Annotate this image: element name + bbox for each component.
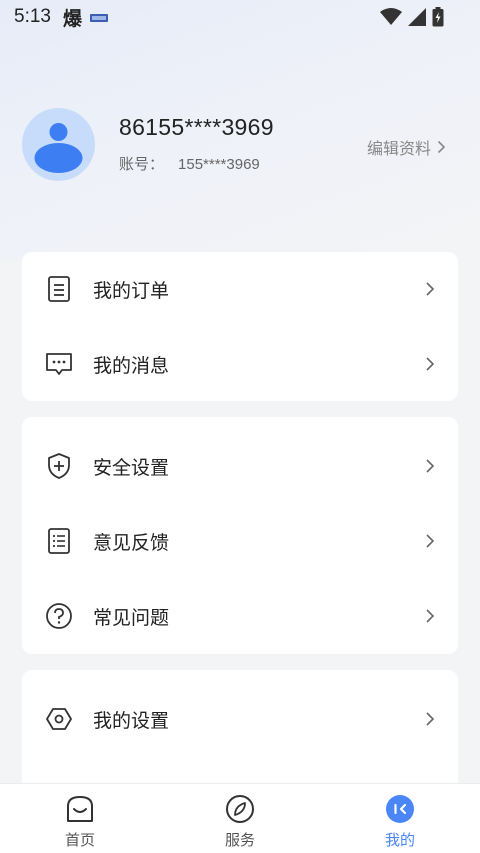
menu-label: 常见问题 [93, 607, 170, 629]
status-notification-icon [90, 11, 108, 23]
tab-home[interactable]: 首页 [20, 784, 140, 853]
avatar[interactable] [22, 108, 95, 181]
chevron-right-icon [426, 712, 435, 726]
menu-item-security-settings[interactable]: 安全设置 [22, 429, 458, 503]
tab-label: 服务 [224, 832, 255, 849]
account-row: 账号： 155****3969 [119, 153, 260, 174]
chevron-right-icon [426, 609, 435, 623]
question-icon [44, 601, 74, 631]
menu-item-my-messages[interactable]: 我的消息 [22, 327, 458, 401]
edit-profile-label: 编辑资料 [366, 141, 431, 158]
account-label: 账号： [119, 156, 165, 173]
user-icon [34, 123, 83, 173]
chevron-right-icon [426, 534, 435, 548]
status-bar: 5:13 爆 [0, 0, 480, 34]
menu-item-faq[interactable]: 常见问题 [22, 579, 458, 653]
status-time: 5:13 [14, 6, 51, 27]
menu-item-feedback[interactable]: 意见反馈 [22, 504, 458, 578]
menu-label: 意见反馈 [93, 532, 170, 554]
menu-item-my-settings[interactable]: 我的设置 [22, 682, 458, 756]
menu-card-settings: 我的设置 [22, 670, 458, 800]
me-icon [385, 794, 415, 824]
tab-label: 首页 [64, 832, 95, 849]
profile-name: 86155****3969 [119, 114, 274, 140]
status-right-icons [380, 7, 444, 32]
menu-card-support: 安全设置 意见反馈 常见问题 [22, 417, 458, 654]
wifi-icon [380, 8, 402, 31]
account-value: 155****3969 [178, 156, 260, 173]
chevron-right-icon [437, 140, 446, 154]
menu-label: 我的消息 [93, 355, 170, 377]
chevron-right-icon [426, 357, 435, 371]
menu-card-orders: 我的订单 我的消息 [22, 252, 458, 401]
battery-icon [432, 7, 444, 32]
hexagon-settings-icon [44, 704, 74, 734]
list-icon [44, 526, 74, 556]
home-icon [65, 794, 95, 824]
edit-profile-button[interactable]: 编辑资料 [367, 135, 446, 159]
shield-plus-icon [44, 451, 74, 481]
chevron-right-icon [426, 282, 435, 296]
menu-item-my-orders[interactable]: 我的订单 [22, 252, 458, 326]
menu-label: 安全设置 [93, 457, 170, 479]
compass-icon [225, 794, 255, 824]
bottom-tab-bar: 首页 服务 我的 [0, 783, 480, 853]
tab-label: 我的 [384, 832, 415, 849]
menu-label: 我的订单 [93, 280, 170, 302]
signal-icon [408, 8, 426, 31]
tab-services[interactable]: 服务 [180, 784, 300, 853]
tab-me[interactable]: 我的 [340, 784, 460, 853]
menu-label: 我的设置 [93, 710, 170, 732]
chevron-right-icon [426, 459, 435, 473]
message-icon [44, 349, 74, 379]
document-icon [44, 274, 74, 304]
profile-header: 86155****3969 账号： 155****3969 编辑资料 [22, 108, 458, 182]
status-app-icon: 爆 [62, 7, 82, 30]
